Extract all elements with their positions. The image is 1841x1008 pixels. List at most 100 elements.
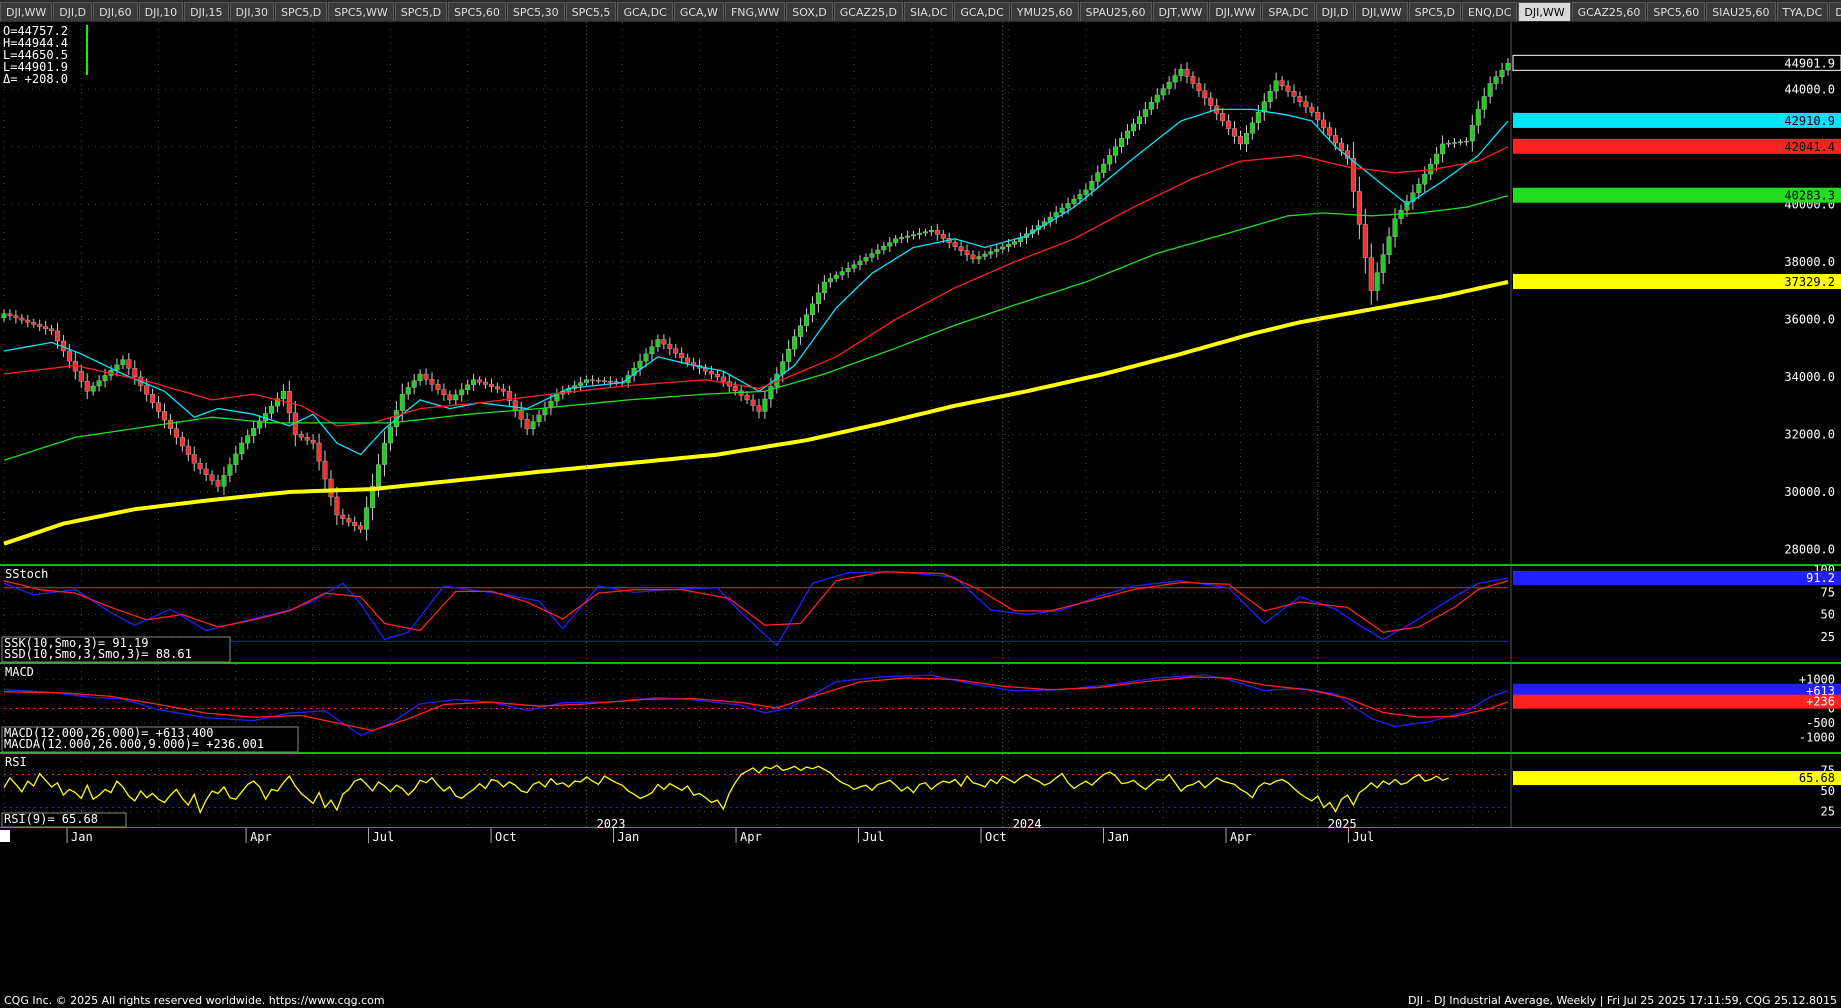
symbol-tab[interactable]: ENQ,DC (1461, 2, 1518, 21)
candle-body (233, 453, 239, 465)
candle-body (512, 400, 518, 411)
candle-body (459, 389, 465, 396)
symbol-tab[interactable]: DJI,D (53, 2, 93, 21)
indicator-value-tag (1513, 571, 1841, 586)
symbol-tab[interactable]: DJT,WW (1152, 2, 1209, 21)
scroll-handle[interactable] (0, 830, 10, 842)
symbol-tab[interactable]: DJI,WW (0, 2, 53, 21)
candle-body (863, 257, 869, 262)
candle-body (976, 256, 982, 260)
candle-body (310, 439, 316, 444)
candle-body (1487, 83, 1493, 97)
symbol-tab[interactable]: SPA,DC (1262, 2, 1315, 21)
symbol-tab[interactable]: SIA,DC (903, 2, 954, 21)
candle-body (1166, 81, 1172, 89)
symbol-tab[interactable]: DJI,10 (138, 2, 184, 21)
candle-body (1309, 106, 1315, 113)
candle-body (465, 384, 471, 391)
symbol-tab[interactable]: DJI,60 (1829, 2, 1841, 21)
candle-body (744, 395, 750, 401)
candle-body (1065, 203, 1071, 209)
symbol-tab[interactable]: TYA,DC (1776, 2, 1829, 21)
candle-body (875, 249, 881, 254)
y-tick-label: 75 (1821, 585, 1835, 599)
x-tick-label: Jul (373, 830, 395, 844)
x-tick-label: Jan (71, 830, 93, 844)
candle-body (1469, 125, 1475, 142)
symbol-tab[interactable]: GCA,W (673, 2, 724, 21)
y-tick-label: -1000 (1799, 730, 1835, 744)
candle-body (1000, 246, 1006, 250)
symbol-tab[interactable]: DJI,60 (93, 2, 138, 21)
candle-body (1136, 116, 1142, 124)
candle-body (804, 314, 810, 326)
candle-body (191, 454, 197, 464)
candle-body (1380, 254, 1386, 273)
symbol-tab[interactable]: SOX,D (786, 2, 833, 21)
pane-background (0, 22, 1841, 565)
symbol-tab[interactable]: GCA,DC (954, 2, 1010, 21)
y-tick-label: 34000.0 (1784, 370, 1835, 384)
symbol-tab[interactable]: SPC5,D (394, 2, 448, 21)
candle-body (25, 319, 31, 323)
candle-body (1333, 135, 1339, 144)
candle-body (441, 389, 447, 395)
candle-body (578, 382, 584, 386)
candle-body (352, 521, 358, 526)
candle-body (601, 380, 607, 382)
candle-body (1339, 142, 1345, 151)
candle-body (1125, 130, 1131, 139)
symbol-tab[interactable]: DJI,15 (184, 2, 229, 21)
candle-body (667, 343, 673, 349)
candle-body (31, 322, 37, 325)
symbol-tab[interactable]: SPC5,60 (448, 2, 506, 21)
candle-body (298, 434, 304, 438)
candle-body (845, 267, 851, 272)
symbol-tab[interactable]: GCA,DC (617, 2, 673, 21)
symbol-tab[interactable]: SPC5,D (274, 2, 328, 21)
symbol-tab[interactable]: SPAU25,60 (1079, 2, 1152, 21)
symbol-tab[interactable]: DJI,WW (1209, 2, 1262, 21)
y-tick-label: 30000.0 (1784, 485, 1835, 499)
candle-body (1119, 137, 1125, 148)
symbol-tab[interactable]: DJI,WW (1355, 2, 1408, 21)
candle-body (643, 353, 649, 362)
candle-body (1279, 80, 1285, 87)
candle-body (494, 386, 500, 390)
symbol-tab[interactable]: YMU25,60 (1010, 2, 1079, 21)
x-tick-label: Jul (1352, 830, 1374, 844)
instrument-info: DJI - DJ Industrial Average, Weekly | Fr… (1408, 994, 1837, 1007)
symbol-tab[interactable]: GCAZ25,D (833, 2, 903, 21)
symbol-tab[interactable]: SPC5,5 (565, 2, 617, 21)
symbol-tab[interactable]: SPC5,60 (1647, 2, 1706, 21)
candle-body (536, 414, 542, 422)
candle-body (322, 460, 328, 480)
symbol-tab-bar: DJI,WW DJI,D DJI,60 DJI,10 DJI,15 DJI,30 SPC5,… (0, 0, 1841, 23)
symbol-tab[interactable]: DJI,WW (1518, 2, 1571, 21)
candle-body (1297, 96, 1303, 102)
indicator-value-label: 91.2 (1806, 571, 1835, 585)
candle-body (1362, 224, 1368, 258)
candle-body (1012, 241, 1018, 245)
symbol-tab[interactable]: FNG,WW (724, 2, 786, 21)
candle-body (1232, 128, 1238, 137)
candle-body (1148, 102, 1154, 110)
candle-body (1374, 272, 1380, 291)
indicator-title: MACD (5, 665, 34, 679)
candle-body (120, 359, 126, 366)
symbol-tab[interactable]: SPC5,30 (506, 2, 565, 21)
indicator-value-label: +236 (1806, 695, 1835, 709)
candle-body (994, 248, 1000, 252)
y-tick-label: 36000.0 (1784, 312, 1835, 326)
symbol-tab[interactable]: SPC5,WW (328, 2, 394, 21)
symbol-tab[interactable]: DJI,D (1315, 2, 1355, 21)
symbol-tab[interactable]: SPC5,D (1408, 2, 1461, 21)
candle-body (221, 475, 227, 487)
candle-body (162, 411, 168, 421)
symbol-tab[interactable]: DJI,30 (229, 2, 274, 21)
pane-rsi: 755025RSI65.68RSI(9)= 65.68 (0, 754, 1841, 829)
candle-body (245, 435, 251, 444)
symbol-tab[interactable]: SIAU25,60 (1706, 2, 1776, 21)
symbol-tab[interactable]: GCAZ25,60 (1571, 2, 1647, 21)
indicator-readout-line: SSD(10,Smo,3,Smo,3)= 88.61 (4, 647, 192, 661)
